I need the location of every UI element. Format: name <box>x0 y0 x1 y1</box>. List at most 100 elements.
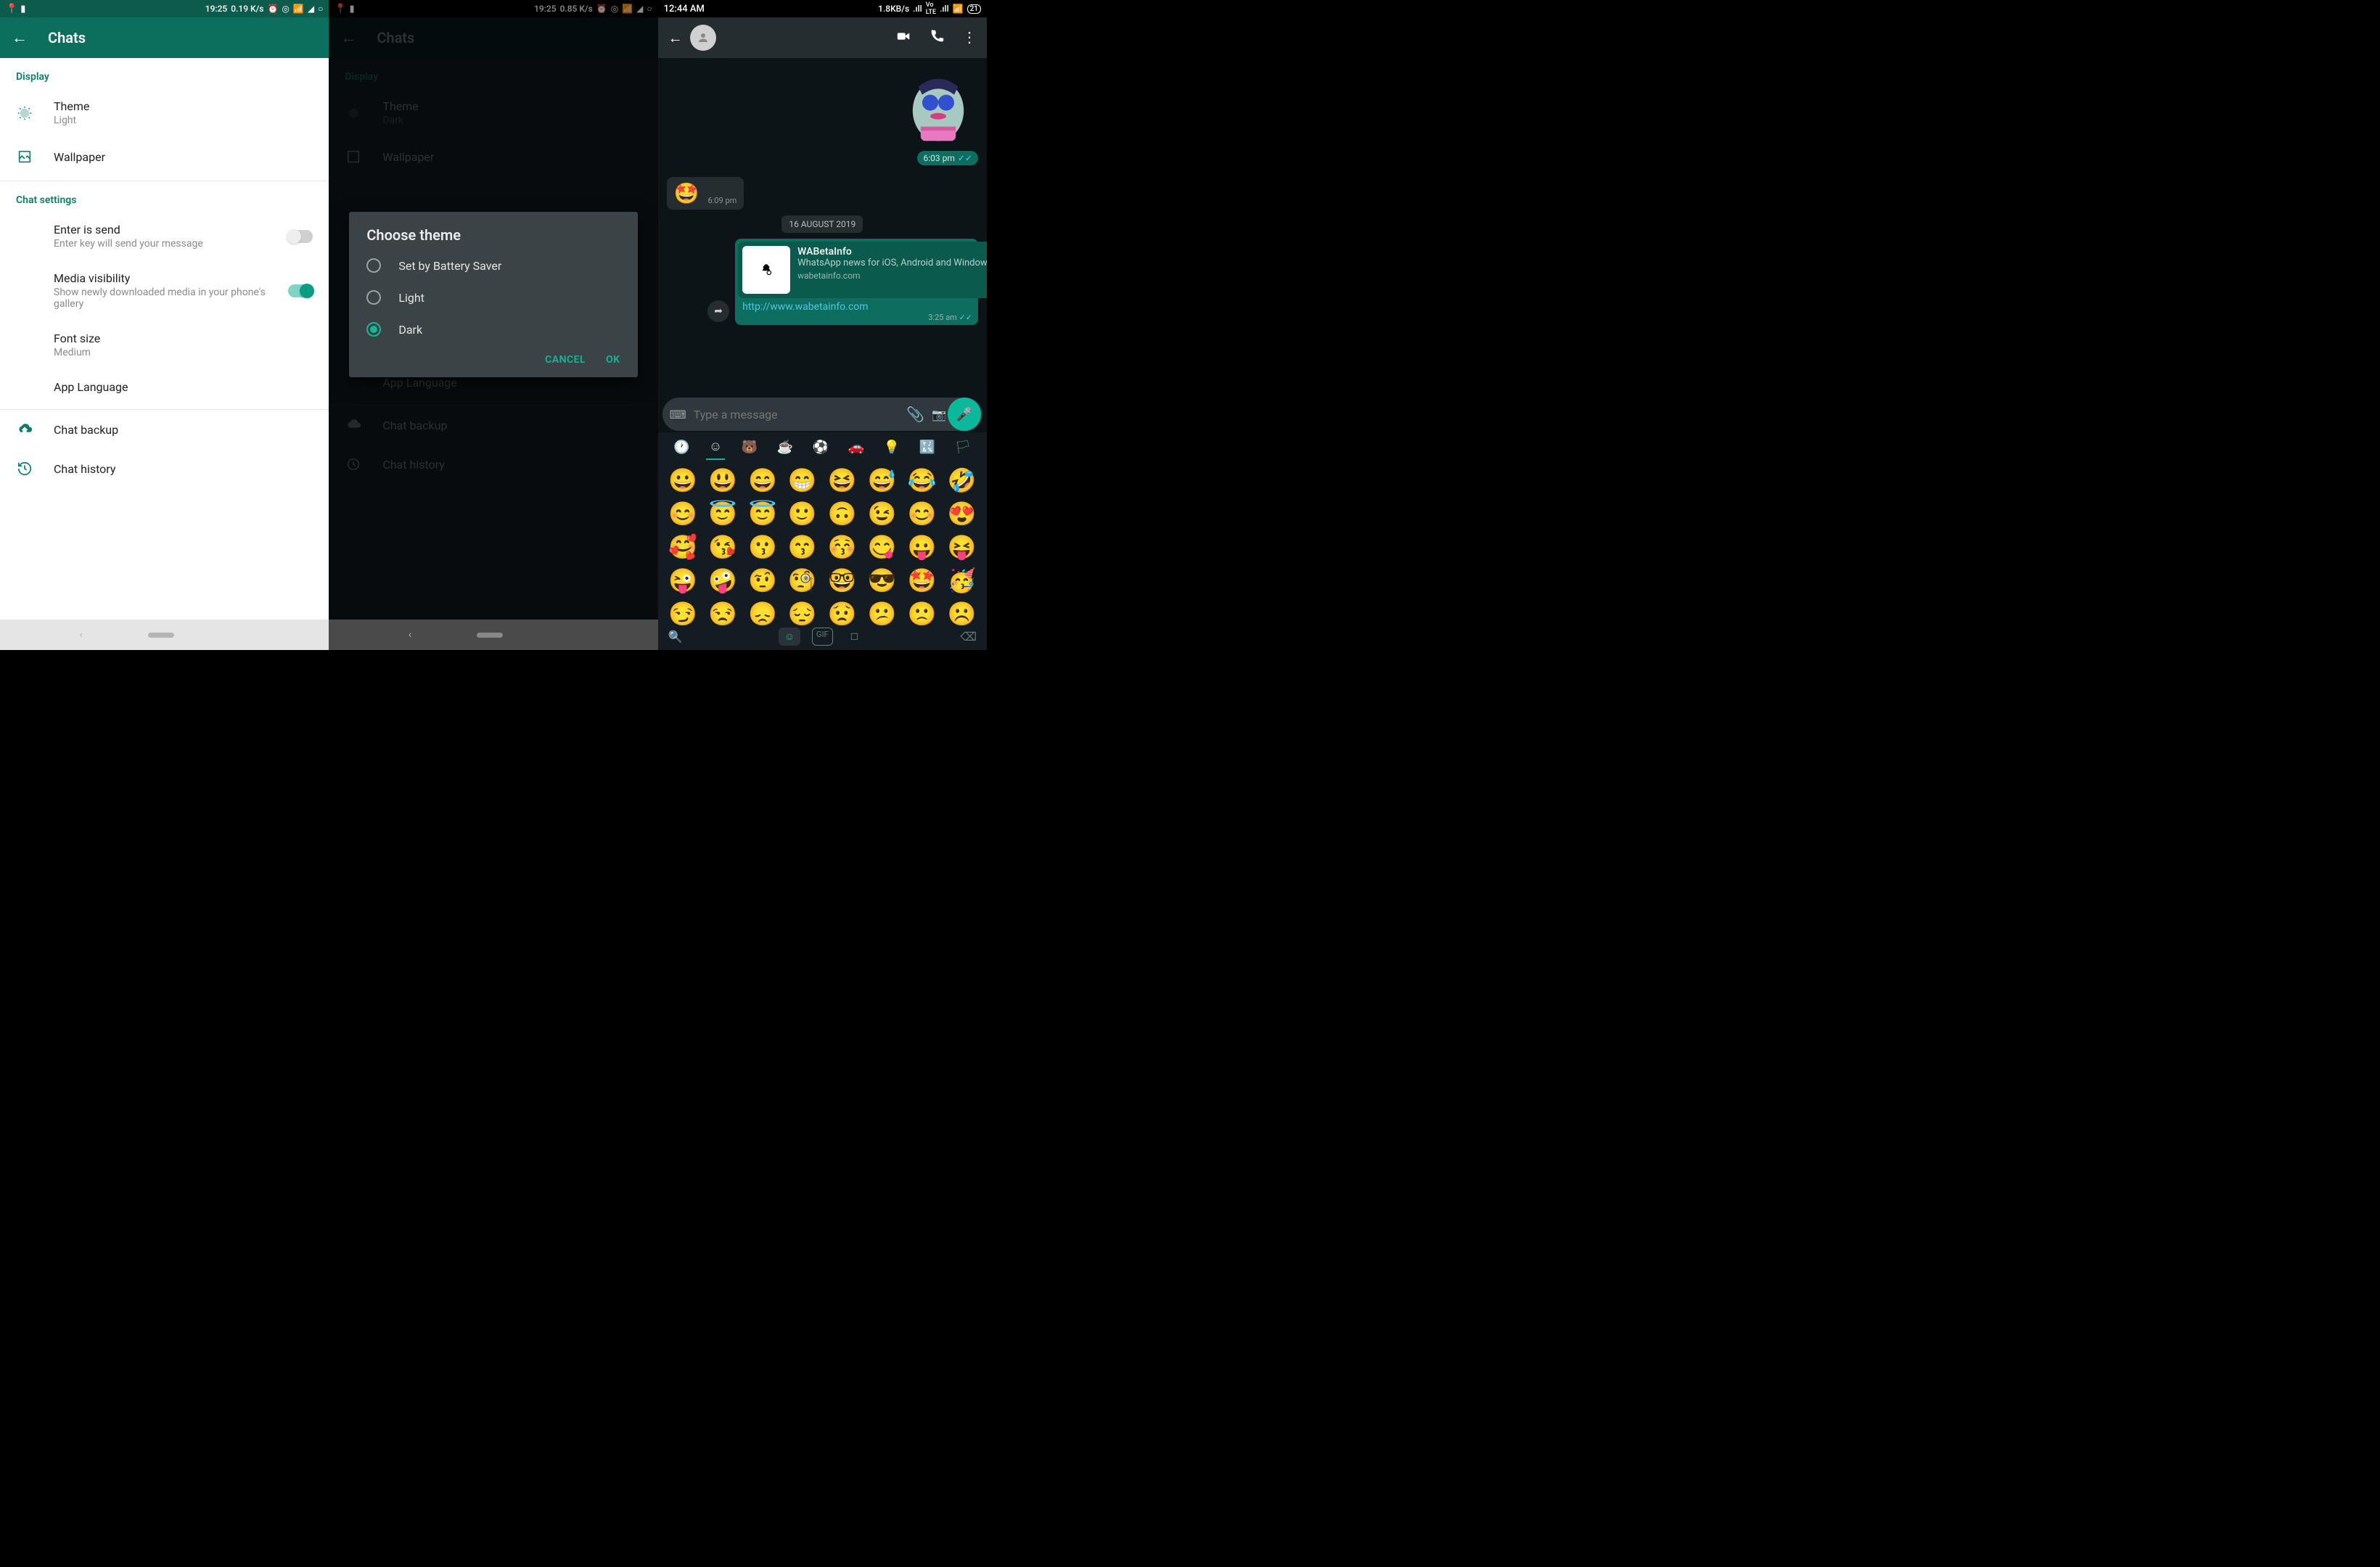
flags-category-icon[interactable]: 🏳 <box>952 435 974 459</box>
emoji-item[interactable]: 😎 <box>863 564 901 596</box>
wifi-icon: 📶 <box>953 4 964 14</box>
emoji-item[interactable]: 🤣 <box>943 464 981 496</box>
emoji-item[interactable]: 🤨 <box>743 564 781 596</box>
food-category-icon[interactable]: ☕ <box>774 435 796 459</box>
setting-chat-backup[interactable]: Chat backup <box>0 410 329 449</box>
emoji-item[interactable]: 😂 <box>903 464 941 496</box>
link-url[interactable]: http://www.wabetainfo.com <box>738 298 975 313</box>
emoji-item[interactable]: 😊 <box>903 498 941 530</box>
radio-light[interactable]: Light <box>349 281 637 313</box>
read-check-icon: ✓✓ <box>958 153 972 163</box>
nav-home-pill[interactable] <box>477 633 503 638</box>
camera-icon[interactable]: 📷 <box>932 408 946 421</box>
avatar[interactable] <box>690 25 716 51</box>
emoji-item[interactable]: 🙃 <box>823 498 861 530</box>
emoji-item[interactable]: 🤪 <box>704 564 742 596</box>
emoji-item[interactable]: 😇 <box>743 498 781 530</box>
emoji-item[interactable]: 😀 <box>664 464 702 496</box>
activity-category-icon[interactable]: ⚽ <box>810 435 832 459</box>
media-title: Media visibility <box>54 271 268 285</box>
setting-app-language[interactable]: App Language <box>0 369 329 405</box>
smileys-category-icon[interactable]: ☺ <box>706 435 725 460</box>
back-icon[interactable]: ← <box>668 29 683 47</box>
emoji-item[interactable]: 😃 <box>704 464 742 496</box>
emoji-item[interactable]: 🥳 <box>943 564 981 596</box>
emoji-item[interactable]: 😅 <box>863 464 901 496</box>
link-preview[interactable]: WABetaInfo WhatsApp news for iOS, Androi… <box>738 242 987 298</box>
setting-media-visibility[interactable]: Media visibility Show newly downloaded m… <box>0 260 329 321</box>
nav-back-icon[interactable]: ‹ <box>409 629 411 641</box>
setting-theme[interactable]: Theme Light <box>0 89 329 137</box>
emoji-grid: 😀😃😄😁😆😅😂🤣😊😇😇🙂🙃😉😊😍🥰😘😗😙😚😋😛😝😜🤪🤨🧐🤓😎🤩🥳😏😒😞😔😟😕🙁☹… <box>658 461 987 633</box>
backspace-icon[interactable]: ⌫ <box>960 630 977 643</box>
theme-title: Theme <box>54 99 313 113</box>
message-timestamp: 3:25 am <box>928 313 957 322</box>
emoji-tab-button[interactable]: ☺ <box>779 628 800 646</box>
emoji-item[interactable]: 🙂 <box>783 498 821 530</box>
voice-record-button[interactable]: 🎤 <box>948 398 981 431</box>
emoji-item[interactable]: 😘 <box>704 531 742 563</box>
setting-wallpaper[interactable]: Wallpaper <box>0 137 329 176</box>
radio-dark[interactable]: Dark <box>349 313 637 345</box>
signal-icon: .ıll <box>913 4 922 14</box>
emoji-item[interactable]: 🥰 <box>664 531 702 563</box>
recent-category-icon[interactable]: 🕐 <box>670 435 692 459</box>
status-time: 12:44 AM <box>664 4 705 15</box>
gif-tab-button[interactable]: GIF <box>812 628 833 646</box>
emoji-item[interactable]: 😜 <box>664 564 702 596</box>
theme-dialog: Choose theme Set by Battery Saver Light … <box>349 212 637 377</box>
objects-category-icon[interactable]: 💡 <box>881 435 903 459</box>
section-display: Display <box>0 58 329 89</box>
history-icon <box>16 460 33 477</box>
emoji-item[interactable]: 😉 <box>863 498 901 530</box>
back-icon[interactable]: ← <box>12 28 28 47</box>
emoji-item[interactable]: 😋 <box>863 531 901 563</box>
emoji-item[interactable]: 🤓 <box>823 564 861 596</box>
signal-icon: ◢ <box>308 4 314 14</box>
setting-font-size[interactable]: Font size Medium <box>0 321 329 369</box>
emoji-search-icon[interactable]: 🔍 <box>668 630 683 643</box>
animals-category-icon[interactable]: 🐻 <box>739 435 760 459</box>
emoji-item[interactable]: 😝 <box>943 531 981 563</box>
enter-toggle[interactable] <box>288 230 313 243</box>
emoji-item[interactable]: 😛 <box>903 531 941 563</box>
emoji-item[interactable]: 😙 <box>783 531 821 563</box>
emoji-item[interactable]: 🤩 <box>903 564 941 596</box>
emoji-item[interactable]: 😇 <box>704 498 742 530</box>
keyboard-icon[interactable]: ⌨ <box>670 408 686 421</box>
message-timestamp: 6:03 pm ✓✓ <box>917 151 978 165</box>
nav-back-icon[interactable]: ‹ <box>80 629 83 641</box>
emoji-item[interactable]: 😚 <box>823 531 861 563</box>
setting-enter-send[interactable]: Enter is send Enter key will send your m… <box>0 212 329 260</box>
message-input[interactable] <box>694 408 899 421</box>
nav-bar: ‹ <box>329 620 657 650</box>
link-title: WABetaInfo <box>797 246 987 258</box>
emoji-item[interactable]: 😊 <box>664 498 702 530</box>
symbols-category-icon[interactable]: 🔣 <box>916 435 938 459</box>
date-separator: 16 AUGUST 2019 <box>781 215 863 233</box>
video-call-icon[interactable] <box>895 28 911 48</box>
emoji-item[interactable]: 🧐 <box>783 564 821 596</box>
attach-icon[interactable]: 📎 <box>906 406 924 423</box>
emoji-item[interactable]: 😍 <box>943 498 981 530</box>
forward-icon[interactable]: ➦ <box>707 300 729 322</box>
media-toggle[interactable] <box>288 284 313 297</box>
ok-button[interactable]: OK <box>606 354 620 366</box>
emoji-item[interactable]: 😗 <box>743 531 781 563</box>
more-icon[interactable]: ⋮ <box>962 28 977 48</box>
sticker-tab-button[interactable]: ◻ <box>845 628 865 646</box>
setting-chat-history[interactable]: Chat history <box>0 449 329 488</box>
emoji-item[interactable]: 😄 <box>743 464 781 496</box>
radio-battery-saver[interactable]: Set by Battery Saver <box>349 250 637 281</box>
nav-home-pill[interactable] <box>148 633 174 638</box>
emoji-item[interactable]: 😆 <box>823 464 861 496</box>
dialog-title: Choose theme <box>349 226 637 250</box>
voice-call-icon[interactable] <box>929 28 945 48</box>
radio-icon <box>366 258 381 273</box>
enter-title: Enter is send <box>54 223 268 237</box>
battery-icon: ▮ <box>20 4 25 15</box>
cancel-button[interactable]: CANCEL <box>545 354 586 366</box>
travel-category-icon[interactable]: 🚗 <box>845 435 867 459</box>
emoji-keyboard: 🕐 ☺ 🐻 ☕ ⚽ 🚗 💡 🔣 🏳 😀😃😄😁😆😅😂🤣😊😇😇🙂🙃😉😊😍🥰😘😗😙😚😋… <box>658 432 987 650</box>
emoji-item[interactable]: 😁 <box>783 464 821 496</box>
